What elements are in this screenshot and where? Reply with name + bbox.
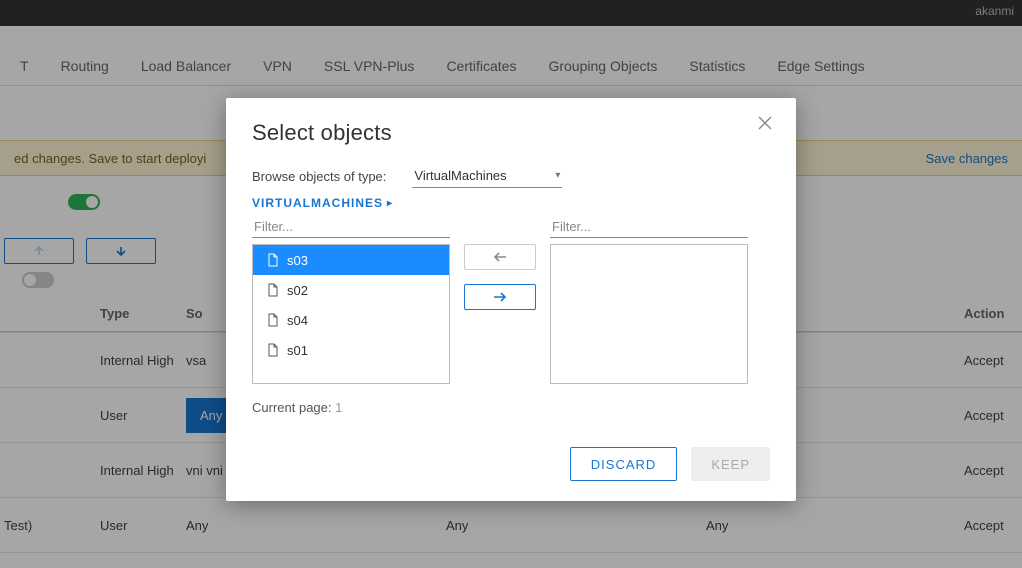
- chevron-down-icon: ▾: [555, 170, 560, 181]
- keep-button[interactable]: KEEP: [691, 447, 770, 481]
- file-icon: [267, 343, 279, 357]
- close-icon: [758, 116, 772, 130]
- close-button[interactable]: [758, 116, 774, 132]
- list-item[interactable]: s02: [253, 275, 449, 305]
- object-type-value: VirtualMachines: [414, 168, 506, 183]
- add-button[interactable]: [464, 284, 536, 310]
- remove-button[interactable]: [464, 244, 536, 270]
- browse-label: Browse objects of type:: [252, 169, 386, 184]
- list-item[interactable]: s04: [253, 305, 449, 335]
- list-item[interactable]: s03: [253, 245, 449, 275]
- pager-value: 1: [335, 400, 342, 415]
- available-column: s03 s02 s04: [252, 216, 450, 384]
- arrow-right-icon: [493, 291, 507, 303]
- caret-right-icon: ▸: [387, 198, 393, 209]
- modal-backdrop: Select objects Browse objects of type: V…: [0, 0, 1022, 568]
- selected-listbox[interactable]: [550, 244, 748, 384]
- pager-label: Current page:: [252, 400, 332, 415]
- available-filter-input[interactable]: [252, 216, 450, 238]
- list-item-label: s02: [287, 283, 308, 298]
- object-breadcrumb[interactable]: VIRTUALMACHINES ▸: [252, 196, 770, 210]
- list-item[interactable]: s01: [253, 335, 449, 365]
- selected-column: [550, 216, 748, 384]
- object-type-select[interactable]: VirtualMachines ▾: [412, 164, 562, 188]
- file-icon: [267, 313, 279, 327]
- select-objects-dialog: Select objects Browse objects of type: V…: [226, 98, 796, 501]
- selected-filter-input[interactable]: [550, 216, 748, 238]
- pager: Current page: 1: [252, 400, 770, 415]
- list-item-label: s03: [287, 253, 308, 268]
- dialog-title: Select objects: [252, 120, 770, 146]
- file-icon: [267, 283, 279, 297]
- available-listbox[interactable]: s03 s02 s04: [252, 244, 450, 384]
- list-item-label: s01: [287, 343, 308, 358]
- list-item-label: s04: [287, 313, 308, 328]
- arrow-left-icon: [493, 251, 507, 263]
- discard-button[interactable]: DISCARD: [570, 447, 678, 481]
- file-icon: [267, 253, 279, 267]
- transfer-buttons: [464, 244, 536, 310]
- dialog-actions: DISCARD KEEP: [252, 447, 770, 481]
